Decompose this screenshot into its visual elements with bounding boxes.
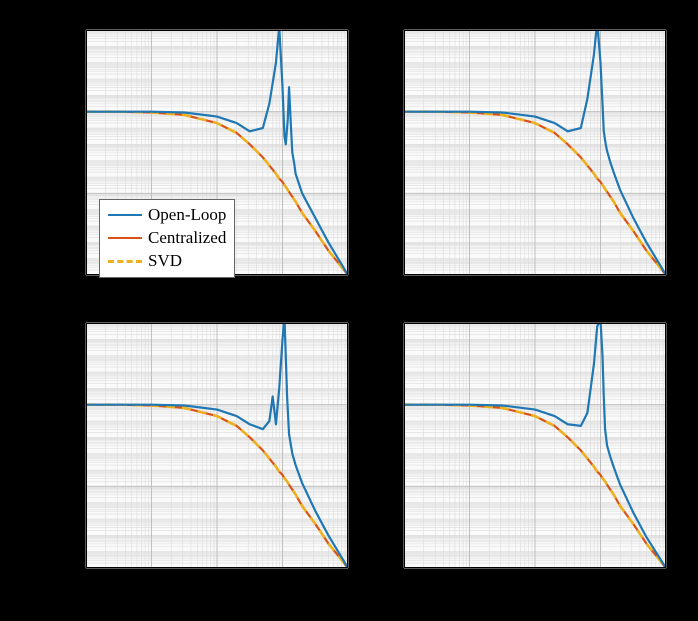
legend-label-centralized: Centralized (148, 227, 226, 250)
legend-swatch-centralized (108, 237, 142, 239)
row-label-u2: From: u2 - Magnitude (20, 388, 41, 548)
x-tick: 10-2 (69, 571, 91, 590)
y-tick: 100 (61, 102, 80, 121)
legend-swatch-svd (108, 260, 142, 263)
x-tick: 102 (331, 571, 350, 590)
col-title-y1: To: y1 (176, 6, 220, 26)
legend-row-open-loop: Open-Loop (108, 204, 226, 227)
y-tick: 105 (61, 313, 80, 332)
y-tick: 105 (61, 20, 80, 39)
legend-row-centralized: Centralized (108, 227, 226, 250)
y-tick: 100 (61, 395, 80, 414)
y-tick: 10-5 (58, 183, 80, 202)
y-tick: 10-10 (53, 265, 80, 284)
bode-panel-u2-y1 (85, 322, 349, 569)
legend-label-open-loop: Open-Loop (148, 204, 226, 227)
legend-swatch-open-loop (108, 214, 142, 216)
legend-label-svd: SVD (148, 250, 182, 273)
legend-box: Open-Loop Centralized SVD (99, 199, 235, 278)
x-label-right: Frequency [rad/s] (463, 592, 590, 613)
y-tick: 10-5 (58, 476, 80, 495)
x-label-left: Frequency [rad/s] (144, 592, 271, 613)
legend-row-svd: SVD (108, 250, 226, 273)
col-title-y2: To: y2 (496, 6, 540, 26)
bode-panel-u1-y2 (403, 29, 667, 276)
x-tick: 100 (200, 571, 219, 590)
x-tick: 10-2 (387, 571, 409, 590)
row-label-u1: From: u1 - Magnitude (20, 94, 41, 254)
bode-grid-figure: To: y1 To: y2 From: u1 - Magnitude From:… (0, 0, 698, 621)
bode-panel-u2-y2 (403, 322, 667, 569)
x-tick: 100 (518, 571, 537, 590)
x-tick: 102 (649, 571, 668, 590)
